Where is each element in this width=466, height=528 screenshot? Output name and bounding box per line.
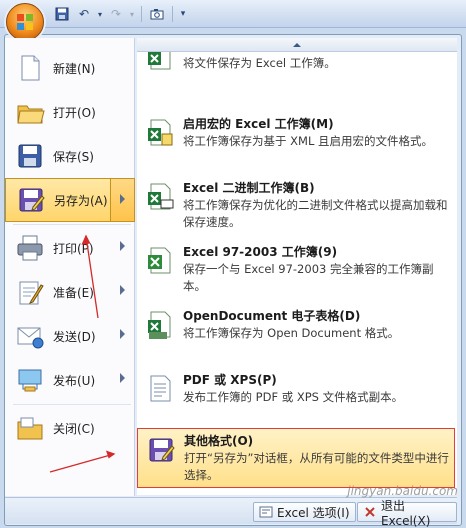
- annotation-arrows: [49, 234, 116, 473]
- watermark: jingyan.baidu.com: [347, 484, 458, 498]
- close-icon: [365, 507, 375, 517]
- exit-excel-button[interactable]: 退出 Excel(X): [357, 499, 457, 528]
- excel-options-button[interactable]: Excel 选项(I): [253, 502, 356, 522]
- options-icon: [259, 506, 273, 518]
- menu-footer: Excel 选项(I) 退出 Excel(X): [5, 497, 457, 528]
